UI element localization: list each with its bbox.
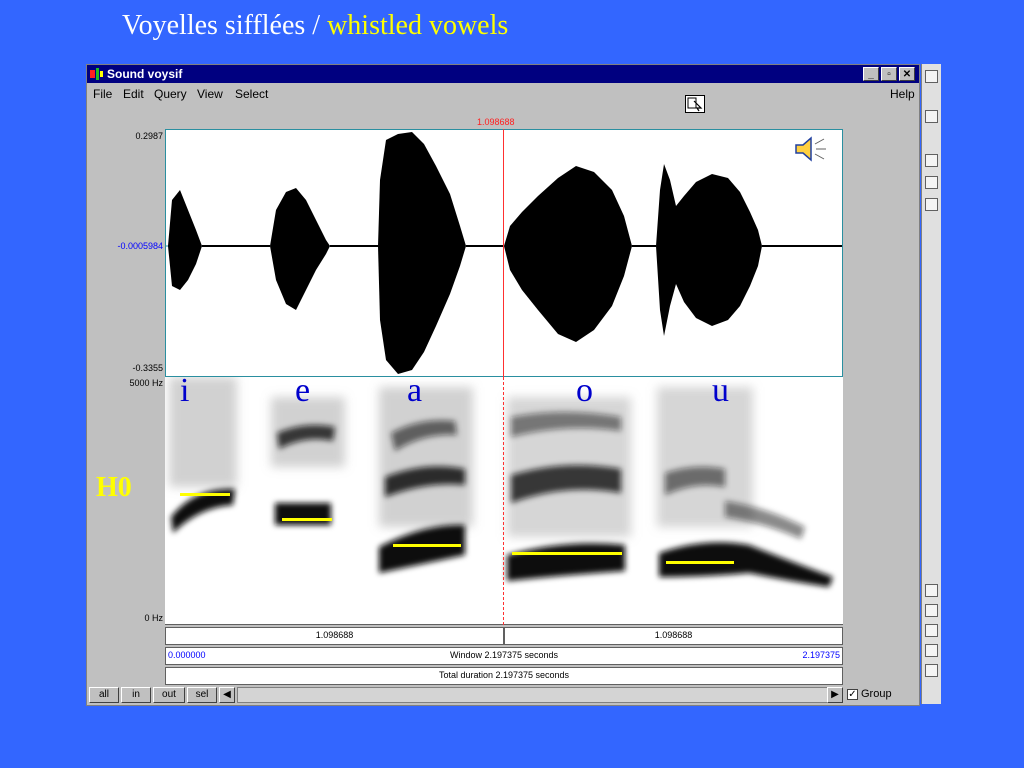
- time-cursor[interactable]: [503, 129, 504, 377]
- cursor-time-label: 1.098688: [477, 117, 515, 127]
- window-duration-text: Window 2.197375 seconds: [449, 650, 559, 660]
- group-label: Group: [861, 688, 892, 700]
- spectrogram-max-label: 5000 Hz: [129, 378, 163, 388]
- waveform-max-label: 0.2987: [135, 131, 163, 141]
- select-tool-icon[interactable]: [685, 95, 705, 113]
- h0-line-i: [180, 493, 230, 496]
- h0-line-o: [512, 552, 622, 555]
- arrow-right-icon: ▶: [831, 689, 839, 700]
- h0-label: H0: [96, 472, 132, 503]
- time-cursor-dashed: [503, 377, 504, 625]
- group-checkbox[interactable]: ✓: [847, 689, 858, 700]
- menu-file[interactable]: File: [93, 87, 112, 101]
- vowel-label-i: i: [180, 372, 190, 409]
- waveform-plot: [166, 132, 842, 374]
- time-scrollbar[interactable]: [237, 687, 843, 703]
- toolbar-icon-10[interactable]: [925, 664, 938, 677]
- left-segment-duration[interactable]: 1.098688: [165, 627, 504, 645]
- toolbar-icon-9[interactable]: [925, 644, 938, 657]
- h0-line-e: [282, 518, 332, 521]
- spectrogram-min-label: 0 Hz: [144, 613, 163, 623]
- praat-app-icon: [90, 68, 103, 80]
- toolbar-icon-5[interactable]: [925, 198, 938, 211]
- waveform-mid-label: -0.0005984: [117, 241, 163, 251]
- right-segment-duration[interactable]: 1.098688: [504, 627, 843, 645]
- h0-line-u: [666, 561, 734, 564]
- slide-title: Voyelles sifflées / whistled vowels: [122, 10, 508, 42]
- toolbar-icon-1[interactable]: [925, 70, 938, 83]
- restore-button[interactable]: ▫: [881, 67, 897, 81]
- side-toolbar: [921, 64, 941, 704]
- window-end-time: 2.197375: [802, 650, 840, 660]
- menu-query[interactable]: Query: [154, 87, 187, 101]
- sound-editor-window: Sound voysif _ ▫ ✕ File Edit Query View …: [86, 64, 920, 706]
- zoom-all-button[interactable]: all: [89, 687, 119, 703]
- slide-title-english: whistled vowels: [327, 10, 509, 41]
- window-titlebar[interactable]: Sound voysif _ ▫ ✕: [87, 65, 919, 83]
- menu-bar: File Edit Query View Select Help: [87, 84, 919, 104]
- minimize-button[interactable]: _: [863, 67, 879, 81]
- scroll-right-button[interactable]: ▶: [827, 687, 843, 703]
- toolbar-icon-3[interactable]: [925, 154, 938, 167]
- arrow-left-icon: ◀: [223, 689, 231, 700]
- window-duration-bar[interactable]: 0.000000 Window 2.197375 seconds 2.19737…: [165, 647, 843, 665]
- menu-view[interactable]: View: [197, 87, 223, 101]
- toolbar-icon-4[interactable]: [925, 176, 938, 189]
- vowel-label-e: e: [295, 372, 311, 409]
- toolbar-icon-7[interactable]: [925, 604, 938, 617]
- title-separator: /: [305, 10, 328, 41]
- waveform-min-label: -0.3355: [132, 363, 163, 373]
- slide-title-french: Voyelles sifflées: [122, 10, 306, 41]
- vowel-label-o: o: [576, 372, 593, 409]
- window-start-time: 0.000000: [168, 650, 206, 660]
- zoom-out-button[interactable]: out: [153, 687, 185, 703]
- zoom-selection-button[interactable]: sel: [187, 687, 217, 703]
- menu-help[interactable]: Help: [890, 87, 915, 101]
- zoom-in-button[interactable]: in: [121, 687, 151, 703]
- vowel-label-a: a: [407, 372, 423, 409]
- menu-select[interactable]: Select: [235, 87, 268, 101]
- scroll-left-button[interactable]: ◀: [219, 687, 235, 703]
- toolbar-icon-8[interactable]: [925, 624, 938, 637]
- waveform-panel[interactable]: [165, 129, 843, 377]
- speaker-icon[interactable]: [794, 134, 830, 164]
- window-title: Sound voysif: [107, 67, 183, 81]
- toolbar-icon-2[interactable]: [925, 110, 938, 123]
- menu-edit[interactable]: Edit: [123, 87, 144, 101]
- total-duration-bar[interactable]: Total duration 2.197375 seconds: [165, 667, 843, 685]
- toolbar-icon-6[interactable]: [925, 584, 938, 597]
- h0-line-a: [393, 544, 461, 547]
- vowel-label-u: u: [712, 372, 729, 409]
- close-button[interactable]: ✕: [899, 67, 915, 81]
- spectrogram-plot: [169, 377, 833, 587]
- spectrogram-panel[interactable]: [165, 377, 843, 625]
